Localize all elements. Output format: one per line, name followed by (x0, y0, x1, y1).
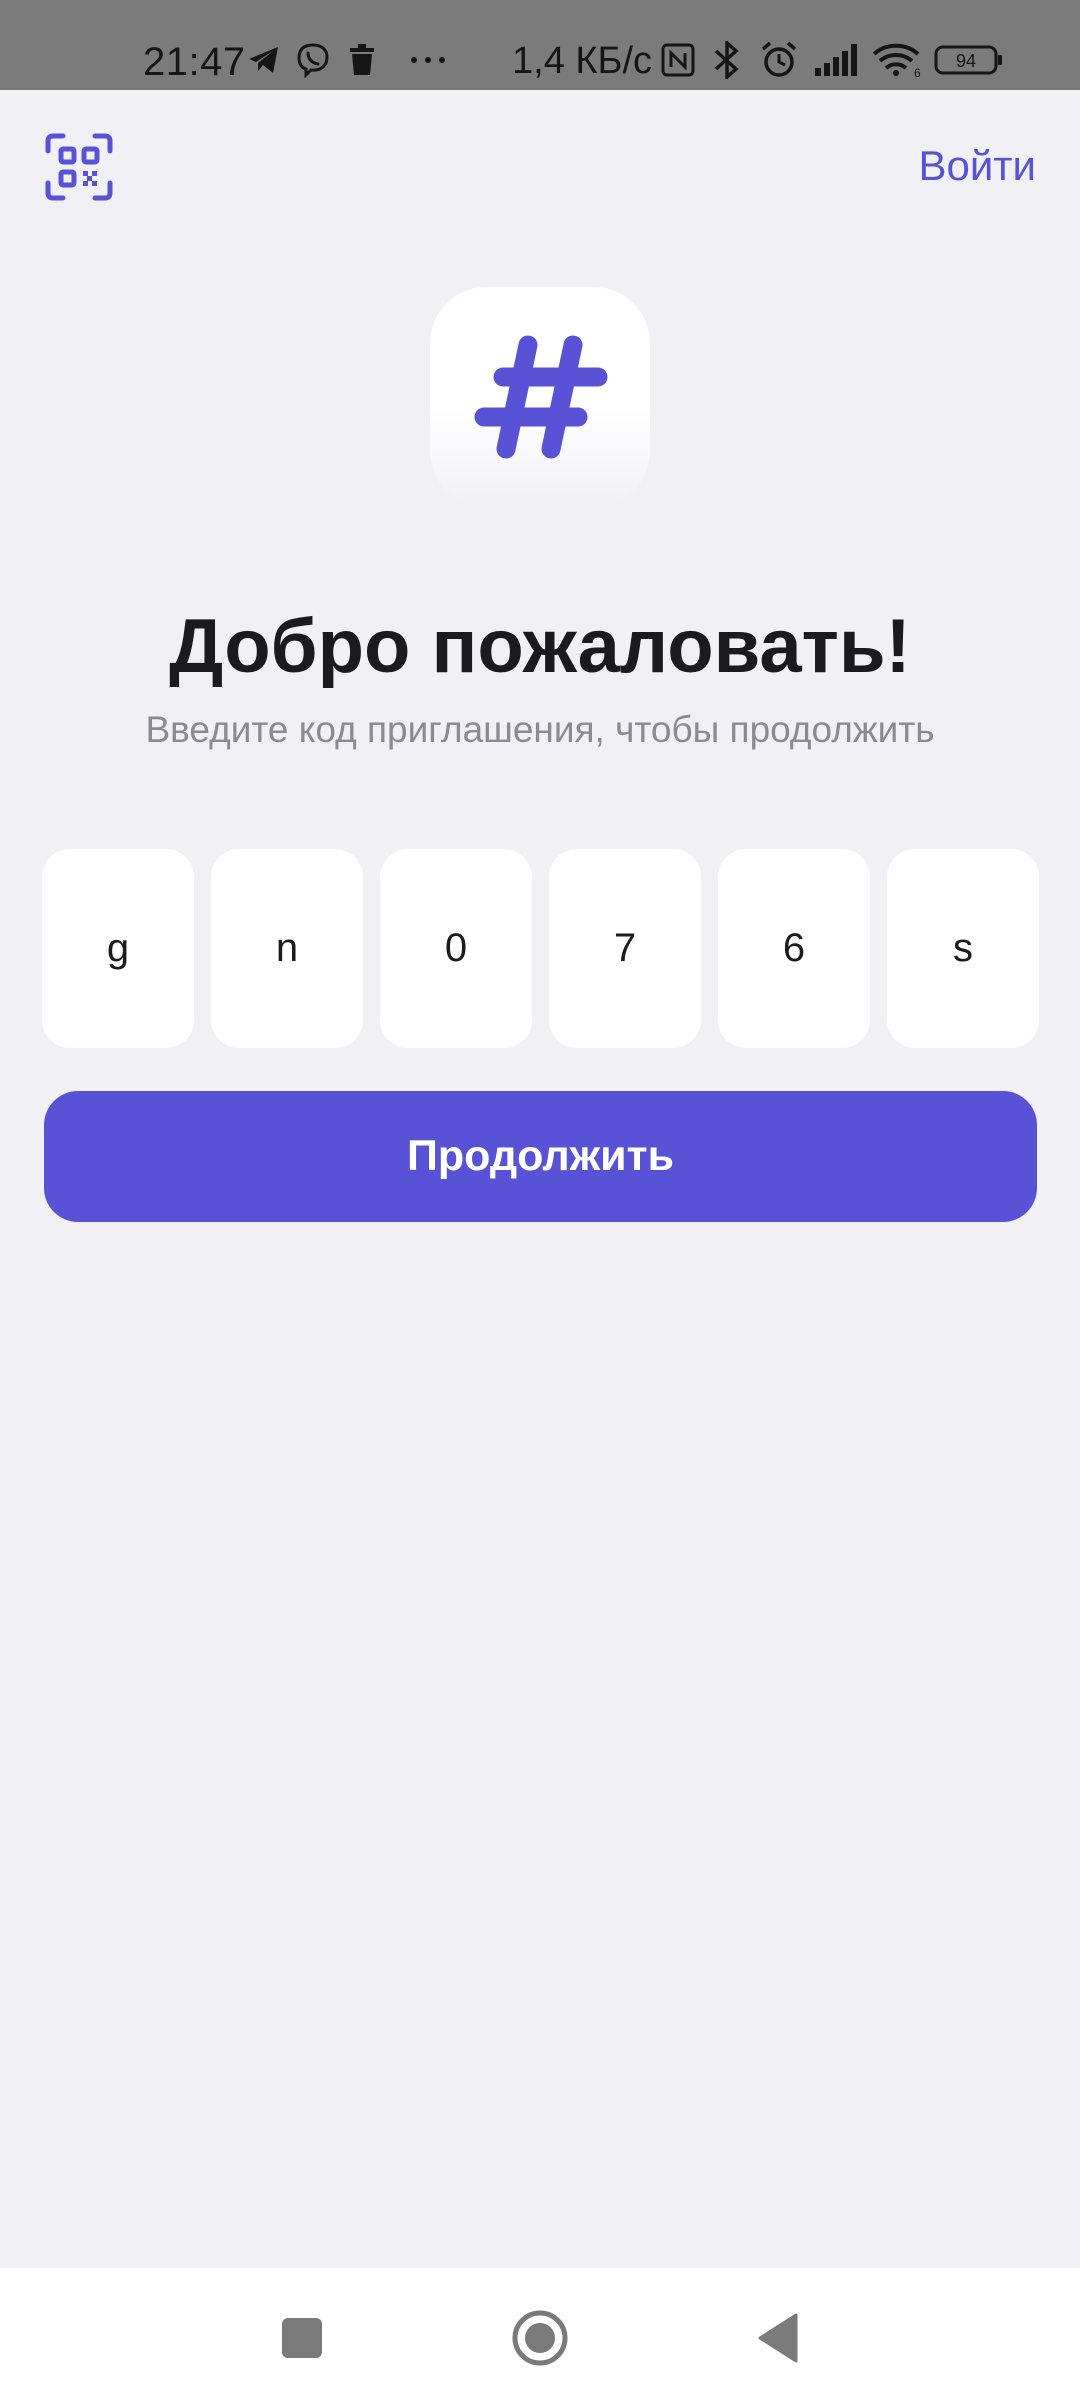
page-title: Добро пожаловать! (169, 604, 911, 689)
home-circle-icon (512, 2310, 568, 2366)
status-bar: 21:47 1,4 КБ/с 6 94 (0, 0, 1080, 90)
back-triangle-icon (758, 2313, 798, 2363)
app-logo (430, 287, 650, 507)
code-digit-2[interactable]: n (211, 849, 363, 1048)
signal-icon (814, 40, 860, 80)
qr-scan-icon (45, 133, 113, 201)
telegram-icon (246, 40, 282, 80)
login-link[interactable]: Войти (918, 142, 1036, 190)
bluetooth-icon (710, 40, 744, 80)
code-digit-4[interactable]: 7 (549, 849, 701, 1048)
recents-square-icon (282, 2318, 322, 2358)
svg-text:6: 6 (914, 66, 921, 78)
back-button[interactable] (748, 2308, 808, 2368)
page-subtitle: Введите код приглашения, чтобы продолжит… (145, 709, 935, 750)
navigation-bar (0, 2268, 1080, 2400)
wifi-icon: 6 (872, 40, 922, 80)
more-icon (408, 40, 448, 80)
viber-icon (294, 40, 332, 80)
code-digit-1[interactable]: g (42, 849, 194, 1048)
code-digit-3[interactable]: 0 (380, 849, 532, 1048)
battery-level: 94 (956, 51, 976, 71)
alarm-icon (760, 40, 798, 80)
battery-icon: 94 (934, 40, 1004, 80)
invite-code-input: g n 0 7 6 s (42, 849, 1039, 1048)
network-speed: 1,4 КБ/с (512, 40, 653, 82)
trash-icon (346, 40, 378, 80)
code-digit-6[interactable]: s (887, 849, 1039, 1048)
qr-scan-button[interactable] (44, 132, 114, 202)
code-digit-5[interactable]: 6 (718, 849, 870, 1048)
home-button[interactable] (510, 2308, 570, 2368)
hash-icon (474, 335, 608, 459)
status-time: 21:47 (143, 40, 246, 84)
nfc-icon (660, 40, 696, 80)
continue-button[interactable]: Продолжить (44, 1091, 1037, 1222)
recents-button[interactable] (272, 2308, 332, 2368)
